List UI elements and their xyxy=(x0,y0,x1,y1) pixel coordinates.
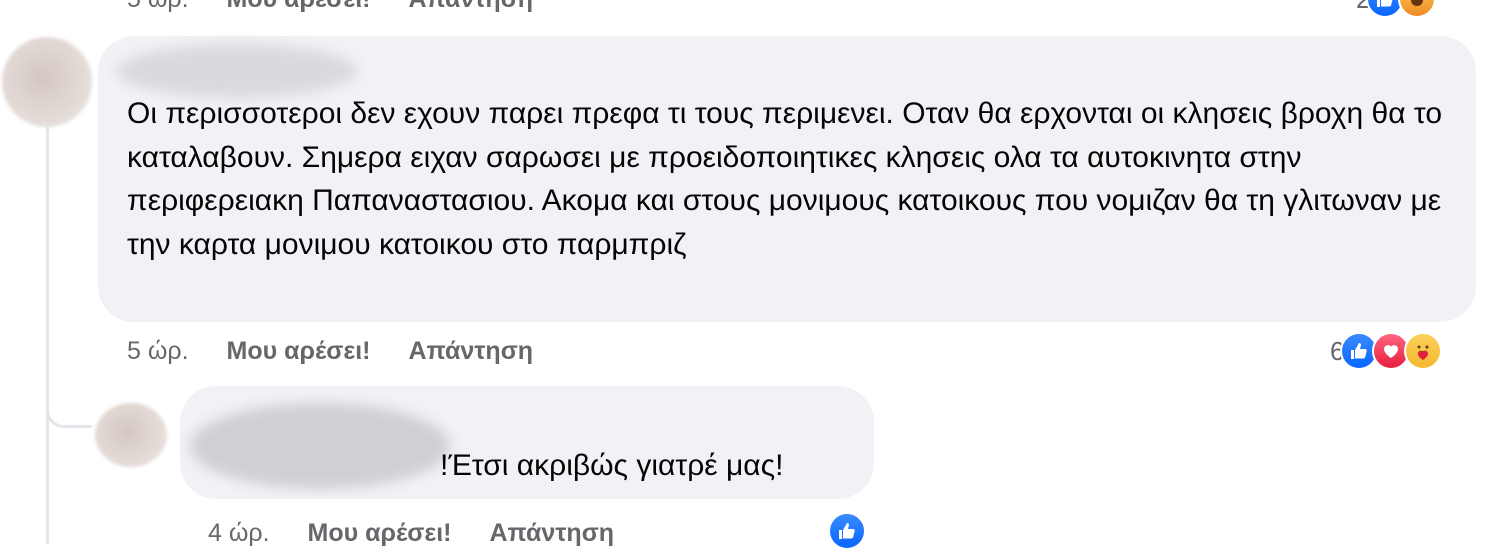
reply-button[interactable]: Απάντηση xyxy=(490,519,615,548)
reply-button[interactable]: Απάντηση xyxy=(409,337,534,366)
comment-timestamp[interactable]: 5 ώρ. xyxy=(127,0,189,14)
like-button[interactable]: Μου αρέσει! xyxy=(227,0,371,14)
reply-avatar[interactable] xyxy=(95,403,167,467)
reply-reactions[interactable] xyxy=(828,512,866,550)
reply-author-redacted[interactable] xyxy=(190,403,450,489)
like-icon xyxy=(828,512,866,550)
care-icon xyxy=(1404,332,1443,370)
comment-actions: 5 ώρ. Μου αρέσει! Απάντηση xyxy=(127,334,533,368)
reply-text: !Έτσι ακριβώς γιατρέ μας! xyxy=(440,449,784,482)
haha-icon xyxy=(1398,0,1437,18)
previous-comment-reactions[interactable]: 2 xyxy=(1356,0,1437,18)
reply-timestamp[interactable]: 4 ώρ. xyxy=(208,519,270,548)
comment-text: Οι περισσοτεροι δεν εχουν παρει πρεφα τι… xyxy=(127,97,1443,261)
avatar[interactable] xyxy=(2,37,92,127)
reply-button[interactable]: Απάντηση xyxy=(409,0,534,14)
thread-line xyxy=(46,110,49,544)
reply-actions: 4 ώρ. Μου αρέσει! Απάντηση xyxy=(208,516,614,550)
reply-connector xyxy=(46,360,92,428)
comment-timestamp[interactable]: 5 ώρ. xyxy=(127,337,189,366)
previous-comment-actions: 5 ώρ. Μου αρέσει! Απάντηση xyxy=(127,0,533,14)
like-button[interactable]: Μου αρέσει! xyxy=(308,519,452,548)
comment-reactions[interactable]: 6 xyxy=(1330,332,1443,370)
like-button[interactable]: Μου αρέσει! xyxy=(227,337,371,366)
author-name-redacted[interactable] xyxy=(117,44,357,98)
